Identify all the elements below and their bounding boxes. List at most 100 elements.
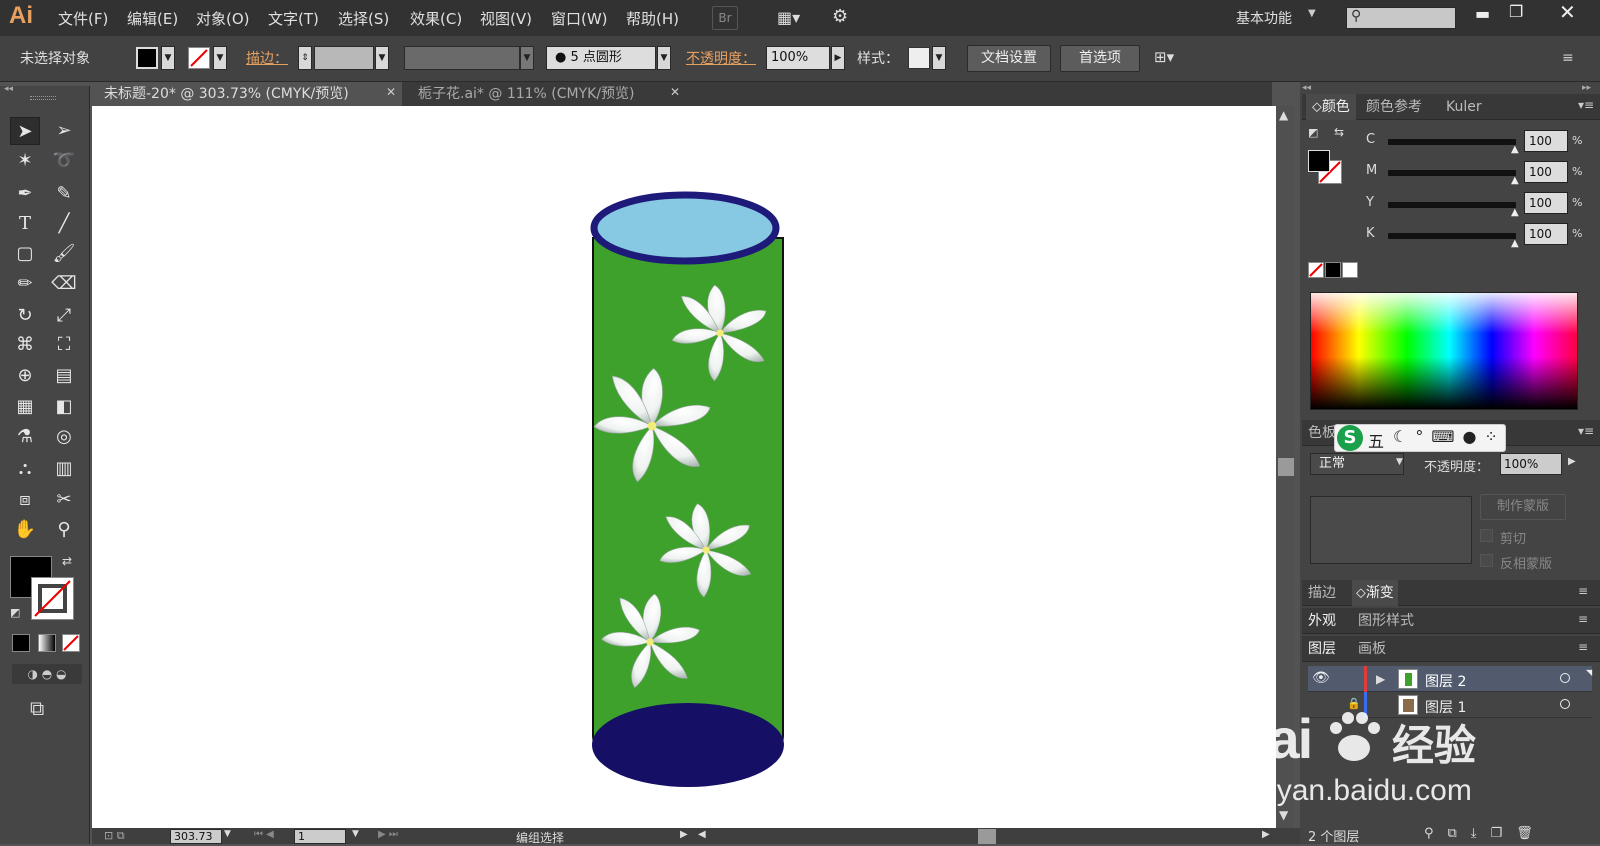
expand-layer-icon[interactable]: ▶: [1376, 672, 1385, 686]
tab-appearance[interactable]: 外观: [1308, 608, 1336, 634]
tab-color-guide[interactable]: 颜色参考: [1366, 94, 1422, 120]
status-menu-icon[interactable]: ▶: [680, 829, 688, 840]
default-colors-icon[interactable]: ◩: [1308, 126, 1318, 139]
eraser-tool-icon[interactable]: ⌫: [49, 270, 79, 298]
black-slider[interactable]: [1388, 233, 1516, 239]
artboard-tool-icon[interactable]: ⧈: [10, 486, 40, 514]
align-options-icon[interactable]: ⊞▾: [1154, 48, 1174, 66]
fill-swatch[interactable]: [136, 47, 158, 69]
magenta-value[interactable]: 100: [1524, 161, 1568, 183]
transparency-opacity-input[interactable]: 100%: [1500, 453, 1562, 475]
vertical-scroll-thumb[interactable]: [1278, 458, 1294, 476]
none-swatch[interactable]: [1308, 262, 1324, 278]
rectangle-tool-icon[interactable]: ▢: [10, 240, 40, 268]
magenta-slider[interactable]: [1388, 170, 1516, 176]
close-tab-icon[interactable]: ✕: [386, 85, 396, 99]
close-tab-icon[interactable]: ✕: [670, 85, 680, 99]
stroke-weight-input[interactable]: [314, 46, 374, 70]
tab-gradient[interactable]: ⬦渐变: [1352, 580, 1398, 606]
ime-tool-icons[interactable]: ☾°⌨●⁘: [1393, 427, 1506, 446]
zoom-input[interactable]: 303.73: [170, 829, 222, 844]
lasso-tool-icon[interactable]: ➰: [49, 147, 79, 175]
workspace-switcher[interactable]: 基本功能: [1236, 8, 1292, 28]
minimize-icon[interactable]: ▬: [1475, 4, 1490, 23]
eyedropper-tool-icon[interactable]: ⚗: [10, 423, 40, 451]
curvature-tool-icon[interactable]: ✎: [49, 180, 79, 208]
sogou-icon[interactable]: S: [1337, 425, 1363, 451]
scale-tool-icon[interactable]: ⤢: [49, 302, 79, 330]
toolbox-grip[interactable]: [30, 96, 56, 100]
column-graph-tool-icon[interactable]: ▥: [49, 455, 79, 483]
bridge-button[interactable]: Br: [712, 6, 738, 30]
visibility-eye-icon[interactable]: 👁: [1312, 670, 1330, 686]
swap-colors-icon[interactable]: ⇆: [1334, 125, 1344, 139]
graphic-style-swatch[interactable]: [908, 47, 930, 69]
tab-graphic-styles[interactable]: 图形样式: [1358, 608, 1414, 634]
collapse-toolbox-icon[interactable]: ◂◂: [4, 84, 13, 94]
black-swatch[interactable]: [1325, 262, 1341, 278]
magic-wand-tool-icon[interactable]: ✶: [10, 147, 40, 175]
stroke-color-large[interactable]: [31, 577, 74, 620]
stroke-label[interactable]: 描边：: [246, 48, 288, 68]
target-circle-icon[interactable]: [1560, 673, 1570, 683]
tab-kuler[interactable]: Kuler: [1446, 94, 1482, 120]
tab-gardenia[interactable]: 栀子花.ai* @ 111% (CMYK/预览): [406, 82, 682, 106]
screen-mode-icon[interactable]: ⧉: [30, 696, 44, 720]
menu-object[interactable]: 对象(O): [196, 8, 250, 29]
menu-select[interactable]: 选择(S): [338, 8, 389, 29]
menu-help[interactable]: 帮助(H): [626, 8, 679, 29]
pen-tool-icon[interactable]: ✒: [10, 180, 40, 208]
transparency-panel-menu-icon[interactable]: ▾≡: [1578, 424, 1594, 438]
scroll-right-icon[interactable]: ▶: [1262, 829, 1270, 840]
last-artboard-icon[interactable]: ▶ ⏭: [378, 829, 398, 840]
slider-handle-icon[interactable]: ▲: [1511, 238, 1519, 249]
layer-action-icons[interactable]: ⚲⧉⤓❐🗑: [1424, 826, 1547, 841]
cyan-slider[interactable]: [1388, 139, 1516, 145]
slider-handle-icon[interactable]: ▲: [1511, 175, 1519, 186]
yellow-slider[interactable]: [1388, 202, 1516, 208]
menu-view[interactable]: 视图(V): [480, 8, 532, 29]
clip-checkbox[interactable]: [1480, 529, 1493, 542]
blend-dropdown-icon[interactable]: ▼: [1396, 457, 1403, 467]
tab-swatches[interactable]: 色板: [1308, 420, 1336, 446]
layers-panel-menu-icon[interactable]: ≡: [1578, 640, 1588, 654]
zoom-tool-icon[interactable]: ⚲: [49, 516, 79, 544]
slice-tool-icon[interactable]: ✂: [49, 486, 79, 514]
first-artboard-icon[interactable]: ⏮ ◀: [254, 829, 274, 840]
draw-modes-icon[interactable]: ◑ ◓ ◒: [12, 664, 82, 684]
workspace-dropdown-icon[interactable]: ▼: [1308, 8, 1316, 19]
direct-selection-tool-icon[interactable]: ➢: [49, 117, 79, 145]
artboard-canvas[interactable]: [92, 106, 1276, 828]
yellow-value[interactable]: 100: [1524, 192, 1568, 214]
line-tool-icon[interactable]: ╱: [49, 210, 79, 238]
collapse-dock-icon[interactable]: ◂◂: [1302, 83, 1311, 93]
style-dropdown-icon[interactable]: ▼: [932, 46, 946, 70]
stroke-panel-menu-icon[interactable]: ≡: [1578, 584, 1588, 598]
none-mode-button[interactable]: [62, 634, 80, 652]
artboard-number-input[interactable]: 1: [294, 829, 346, 844]
free-transform-tool-icon[interactable]: ⛶: [49, 331, 79, 359]
symbol-sprayer-tool-icon[interactable]: ⛬: [10, 455, 40, 483]
zoom-dropdown-icon[interactable]: ▼: [224, 829, 231, 839]
tab-color[interactable]: ⬦颜色: [1306, 94, 1356, 120]
menu-file[interactable]: 文件(F): [58, 8, 108, 29]
opacity-label[interactable]: 不透明度：: [686, 48, 756, 68]
target-circle-icon[interactable]: [1560, 699, 1570, 709]
scroll-up-icon[interactable]: ▲: [1279, 108, 1288, 122]
menu-effect[interactable]: 效果(C): [410, 8, 462, 29]
mesh-tool-icon[interactable]: ▦: [10, 393, 40, 421]
type-tool-icon[interactable]: T: [10, 210, 40, 238]
opacity-input[interactable]: 100%: [766, 46, 830, 70]
scroll-down-icon[interactable]: ▼: [1279, 808, 1288, 822]
tab-artboards[interactable]: 画板: [1358, 636, 1386, 662]
menu-window[interactable]: 窗口(W): [551, 8, 608, 29]
preferences-button[interactable]: 首选项: [1060, 45, 1140, 72]
slider-handle-icon[interactable]: ▲: [1511, 207, 1519, 218]
blend-tool-icon[interactable]: ◎: [49, 423, 79, 451]
color-spectrum[interactable]: [1310, 292, 1578, 410]
blend-mode-select[interactable]: 正常: [1310, 453, 1404, 475]
brush-dropdown-icon[interactable]: ▼: [657, 46, 671, 70]
make-mask-button[interactable]: 制作蒙版: [1480, 494, 1566, 520]
fill-dropdown-icon[interactable]: ▼: [161, 46, 175, 70]
stroke-swatch[interactable]: [188, 47, 210, 69]
